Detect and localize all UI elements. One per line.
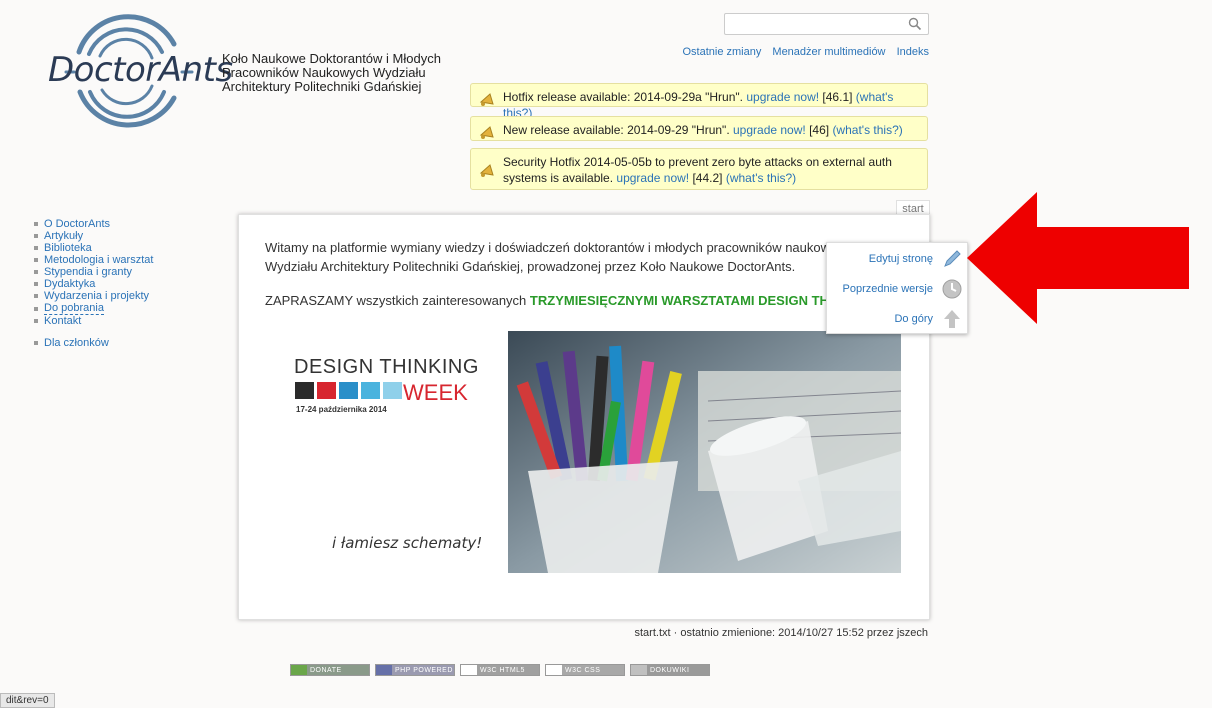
notice-version: [44.2]	[692, 171, 723, 185]
sidebar-item-stypendia[interactable]: Stypendia i granty	[34, 266, 153, 278]
invite-paragraph: ZAPRASZAMY wszystkich zainteresowanych T…	[265, 293, 850, 308]
color-square	[339, 382, 358, 399]
site-title: Koło Naukowe Doktorantów i Młodych Praco…	[222, 51, 441, 94]
sidebar-item-label[interactable]: Wydarzenia i projekty	[44, 290, 149, 302]
dt-week: WEEK	[403, 380, 468, 405]
donate-badge[interactable]: DONATE	[290, 664, 370, 676]
edit-page-button[interactable]: Edytuj stronę	[869, 245, 963, 273]
dokuwiki-badge[interactable]: DOKUWIKI	[630, 664, 710, 676]
sidebar-item-label[interactable]: Do pobrania	[44, 302, 104, 315]
intro-paragraph: Witamy na platformie wymiany wiedzy i do…	[265, 240, 851, 274]
color-square	[317, 382, 336, 399]
red-arrow-annotation	[967, 192, 1189, 324]
invite-highlight: TRZYMIESIĘCZNYMI WARSZTATAMI DESIGN THIN…	[529, 293, 850, 308]
bell-icon	[479, 126, 494, 139]
old-revisions-label[interactable]: Poprzednie wersje	[843, 283, 934, 295]
sidebar-item-metodologia[interactable]: Metodologia i warsztat	[34, 254, 153, 266]
bullet-icon	[34, 319, 38, 323]
sidebar-item-artykuly[interactable]: Artykuły	[34, 230, 153, 242]
whats-this-link[interactable]: (what's this?)	[832, 123, 902, 137]
sidebar-item-label[interactable]: Dla członków	[44, 337, 109, 349]
markers-photo-image	[508, 331, 901, 573]
invite-text: ZAPRASZAMY wszystkich zainteresowanych	[265, 293, 527, 308]
bullet-icon	[34, 234, 38, 238]
site-logo[interactable]: DoctorAnts	[44, 14, 233, 129]
notice-version: [46]	[809, 123, 830, 137]
sidebar-item-wydarzenia[interactable]: Wydarzenia i projekty	[34, 290, 153, 302]
back-to-top-button[interactable]: Do góry	[894, 305, 963, 333]
css-badge[interactable]: W3C CSS	[545, 664, 625, 676]
dt-color-squares	[295, 382, 405, 399]
bullet-icon	[34, 222, 38, 226]
back-to-top-label[interactable]: Do góry	[894, 313, 933, 325]
upgrade-link[interactable]: upgrade now!	[616, 171, 689, 185]
bell-icon	[479, 164, 494, 177]
footer-badges: DONATE PHP POWERED W3C HTML5 W3C CSS DOK…	[290, 664, 715, 676]
recent-changes-link[interactable]: Ostatnie zmiany	[682, 46, 761, 58]
search-icon[interactable]	[908, 17, 922, 31]
sidebar-item-label[interactable]: O DoctorAnts	[44, 218, 110, 230]
bullet-icon	[34, 246, 38, 250]
sidebar-item-o-doctorants[interactable]: O DoctorAnts	[34, 218, 153, 230]
sidebar-item-kontakt[interactable]: Kontakt	[34, 315, 153, 327]
arrow-up-icon[interactable]	[941, 308, 963, 330]
notice-text: Hotfix release available: 2014-09-29a "H…	[503, 90, 743, 104]
logo-text: DoctorAnts	[48, 50, 233, 90]
sidebar-item-do-pobrania[interactable]: Do pobrania	[34, 302, 153, 315]
sidebar-item-label[interactable]: Kontakt	[44, 315, 81, 327]
notice-text: New release available: 2014-09-29 "Hrun"…	[503, 123, 730, 137]
sidebar-item-label[interactable]: Metodologia i warsztat	[44, 254, 153, 266]
whats-this-link[interactable]: (what's this?)	[726, 171, 796, 185]
badge-label: DOKUWIKI	[650, 667, 690, 674]
media-manager-link[interactable]: Menadżer multimediów	[772, 46, 885, 58]
bullet-icon	[34, 282, 38, 286]
notice-version: [46.1]	[822, 90, 853, 104]
upgrade-link[interactable]: upgrade now!	[746, 90, 819, 104]
sidebar-item-biblioteka[interactable]: Biblioteka	[34, 242, 153, 254]
badge-label: PHP POWERED	[395, 667, 453, 674]
edit-page-label[interactable]: Edytuj stronę	[869, 253, 933, 265]
badge-label: W3C HTML5	[480, 667, 525, 674]
bullet-icon	[34, 270, 38, 274]
pencil-icon[interactable]	[941, 248, 963, 270]
old-revisions-button[interactable]: Poprzednie wersje	[843, 275, 964, 303]
clock-icon[interactable]	[941, 278, 963, 300]
html5-badge[interactable]: W3C HTML5	[460, 664, 540, 676]
php-badge[interactable]: PHP POWERED	[375, 664, 455, 676]
sidebar-nav: O DoctorAnts Artykuły Biblioteka Metodol…	[34, 218, 153, 349]
sidebar-item-dla-czlonkow[interactable]: Dla członków	[34, 337, 153, 349]
index-link[interactable]: Indeks	[897, 46, 929, 58]
bell-icon	[479, 93, 494, 106]
workshop-photo	[508, 331, 901, 573]
dt-slogan: i łamiesz schematy!	[332, 534, 483, 552]
design-thinking-logo: DESIGN THINKING WEEK 17-24 października …	[270, 352, 485, 552]
top-links: Ostatnie zmiany Menadżer multimediów Ind…	[674, 46, 929, 58]
sidebar-item-label[interactable]: Stypendia i granty	[44, 266, 132, 278]
page-info: start.txt · ostatnio zmienione: 2014/10/…	[634, 627, 929, 639]
dt-date: 17-24 października 2014	[296, 405, 387, 414]
sidebar-item-label[interactable]: Biblioteka	[44, 242, 92, 254]
bullet-icon	[34, 258, 38, 262]
badge-label: W3C CSS	[565, 667, 601, 674]
bullet-icon	[34, 341, 38, 345]
dt-title: DESIGN THINKING	[294, 356, 479, 378]
notice-release: New release available: 2014-09-29 "Hrun"…	[470, 116, 928, 141]
bullet-icon	[34, 306, 38, 311]
sidebar-item-label[interactable]: Artykuły	[44, 230, 83, 242]
page-tools: Edytuj stronę Poprzednie wersje Do góry	[826, 242, 968, 334]
badge-label: DONATE	[310, 667, 342, 674]
search-input[interactable]	[724, 13, 929, 35]
sidebar-item-label[interactable]: Dydaktyka	[44, 278, 95, 290]
sidebar-item-dydaktyka[interactable]: Dydaktyka	[34, 278, 153, 290]
color-square	[295, 382, 314, 399]
color-square	[383, 382, 402, 399]
notice-hotfix: Hotfix release available: 2014-09-29a "H…	[470, 83, 928, 120]
bullet-icon	[34, 294, 38, 298]
notice-security: Security Hotfix 2014-05-05b to prevent z…	[470, 148, 928, 190]
upgrade-link[interactable]: upgrade now!	[733, 123, 806, 137]
color-square	[361, 382, 380, 399]
search-field[interactable]	[729, 15, 903, 35]
